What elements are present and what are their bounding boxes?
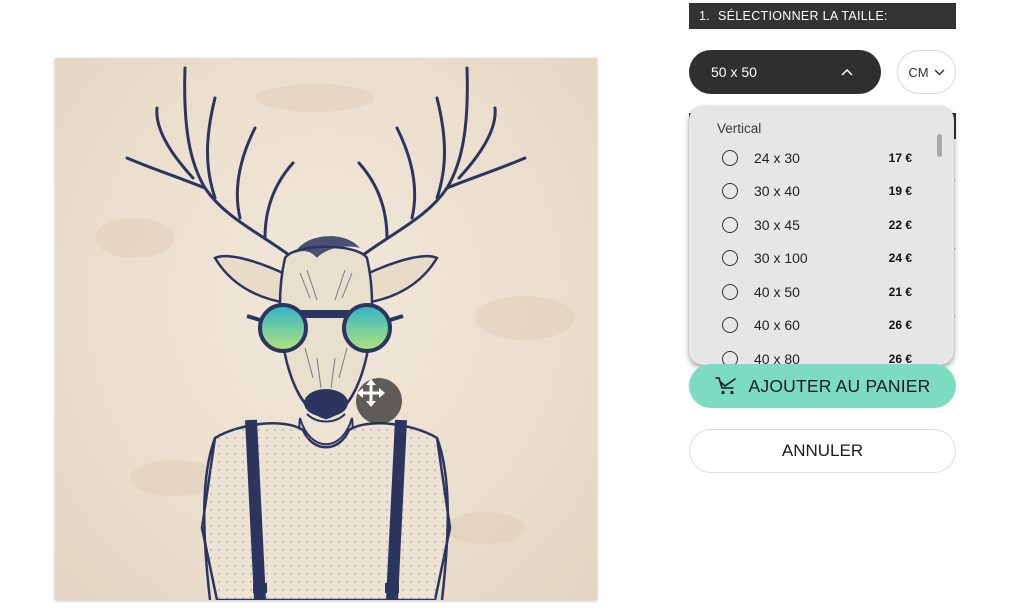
size-option[interactable]: 30 x 45 22 €: [722, 210, 912, 240]
option-price: 26 €: [888, 318, 912, 332]
cart-icon: [714, 377, 736, 395]
poster-preview[interactable]: [55, 58, 597, 600]
radio-button[interactable]: [722, 183, 738, 199]
radio-button[interactable]: [722, 250, 738, 266]
unit-select[interactable]: CM: [897, 50, 956, 94]
option-price: 24 €: [888, 251, 912, 265]
chevron-up-icon: [841, 68, 853, 76]
size-option[interactable]: 30 x 40 19 €: [722, 176, 912, 206]
size-option[interactable]: 30 x 100 24 €: [722, 243, 912, 273]
option-price: 22 €: [888, 218, 912, 232]
size-select[interactable]: 50 x 50: [689, 50, 881, 94]
size-select-value: 50 x 50: [711, 64, 757, 80]
option-size: 30 x 100: [754, 250, 808, 266]
chevron-down-icon: [934, 69, 945, 75]
add-to-cart-button[interactable]: AJOUTER AU PANIER: [689, 364, 956, 408]
option-price: 21 €: [888, 285, 912, 299]
hipster-deer-artwork: [95, 66, 575, 600]
option-size: 30 x 45: [754, 217, 800, 233]
step-header: 1. SÉLECTIONNER LA TAILLE:: [689, 3, 956, 29]
size-option[interactable]: 40 x 50 21 €: [722, 277, 912, 307]
option-size: 30 x 40: [754, 183, 800, 199]
step-title: SÉLECTIONNER LA TAILLE:: [718, 9, 888, 23]
dropdown-scrollbar[interactable]: [937, 134, 942, 157]
option-size: 40 x 60: [754, 317, 800, 333]
step-number: 1.: [699, 9, 711, 23]
radio-button[interactable]: [722, 317, 738, 333]
add-to-cart-label: AJOUTER AU PANIER: [748, 375, 931, 396]
size-dropdown[interactable]: Vertical 24 x 30 17 € 30 x 40 19 € 30 x …: [689, 106, 954, 365]
size-option[interactable]: 40 x 60 26 €: [722, 310, 912, 340]
move-handle[interactable]: [356, 378, 402, 424]
size-option[interactable]: 40 x 80 26 €: [722, 344, 912, 365]
radio-button[interactable]: [722, 150, 738, 166]
option-size: 24 x 30: [754, 150, 800, 166]
dropdown-group-label: Vertical: [717, 121, 762, 136]
option-price: 17 €: [888, 151, 912, 165]
option-size: 40 x 80: [754, 351, 800, 365]
radio-button[interactable]: [722, 351, 738, 365]
option-price: 19 €: [888, 184, 912, 198]
size-option[interactable]: 24 x 30 17 €: [722, 143, 912, 173]
cancel-button[interactable]: ANNULER: [689, 429, 956, 473]
option-size: 40 x 50: [754, 284, 800, 300]
radio-button[interactable]: [722, 217, 738, 233]
move-arrows-icon: [357, 379, 385, 407]
radio-button[interactable]: [722, 284, 738, 300]
unit-select-value: CM: [908, 64, 929, 80]
cancel-label: ANNULER: [781, 441, 864, 460]
